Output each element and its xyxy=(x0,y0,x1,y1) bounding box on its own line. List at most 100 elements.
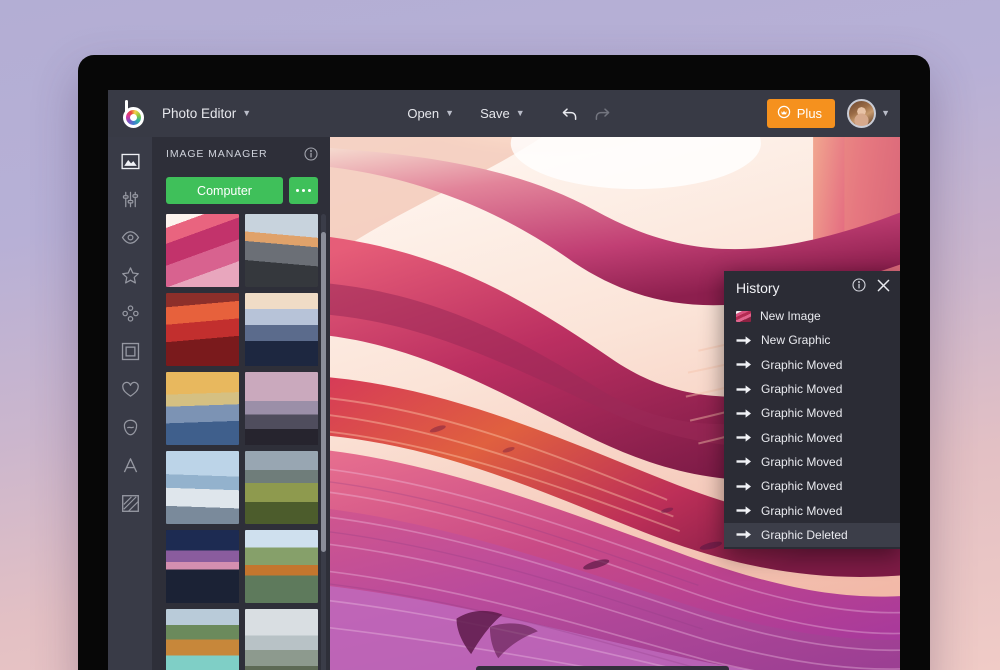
chevron-down-icon: ▼ xyxy=(515,108,525,118)
arrow-right-icon xyxy=(736,456,752,468)
canvas-area[interactable]: History New Image New Graphic Graphic Move… xyxy=(330,137,900,670)
chevron-down-icon: ▼ xyxy=(881,108,890,118)
history-list: New Image New Graphic Graphic Moved Graphic… xyxy=(724,304,900,547)
main-body: IMAGE MANAGER Computer History New Image… xyxy=(108,137,900,670)
thumbnail-snow-ridge[interactable] xyxy=(166,451,239,524)
history-item[interactable]: New Graphic xyxy=(724,328,900,352)
thumbnail-blue-mountain-fog[interactable] xyxy=(245,293,318,366)
thumbnail-image xyxy=(166,372,239,445)
history-panel: History New Image New Graphic Graphic Move… xyxy=(724,271,900,549)
undo-arrow-icon[interactable] xyxy=(561,106,579,122)
close-x-icon[interactable] xyxy=(877,279,890,297)
panel-header: IMAGE MANAGER xyxy=(152,137,330,171)
panel-scrollbar[interactable] xyxy=(321,214,326,670)
plus-label: Plus xyxy=(796,106,823,121)
image-manager-panel: IMAGE MANAGER Computer xyxy=(152,137,330,670)
sidebar-item-draw[interactable] xyxy=(116,489,144,517)
thumbnail-golden-peaks[interactable] xyxy=(166,372,239,445)
thumbnail-image xyxy=(245,214,318,287)
thumbnail-image xyxy=(166,451,239,524)
plus-upgrade-button[interactable]: Plus xyxy=(766,99,836,128)
arrow-right-icon xyxy=(736,359,752,371)
history-item[interactable]: Graphic Moved xyxy=(724,450,900,474)
computer-label: Computer xyxy=(197,183,252,198)
history-item[interactable]: Graphic Moved xyxy=(724,353,900,377)
computer-upload-button[interactable]: Computer xyxy=(166,177,283,204)
sidebar-item-text[interactable] xyxy=(116,451,144,479)
sidebar-item-shapes[interactable] xyxy=(116,413,144,441)
history-item[interactable]: Graphic Moved xyxy=(724,425,900,449)
sidebar-item-magic[interactable] xyxy=(116,261,144,289)
thumbnail-image xyxy=(245,530,318,603)
history-item[interactable]: Graphic Moved xyxy=(724,377,900,401)
image-thumb-icon xyxy=(736,310,751,322)
thumbnail-image xyxy=(166,293,239,366)
history-header: History xyxy=(724,271,900,304)
tool-rail xyxy=(108,137,152,670)
thumbnail-purple-night-peak[interactable] xyxy=(166,530,239,603)
thumbnail-image xyxy=(245,293,318,366)
arrow-right-icon xyxy=(736,383,752,395)
arrow-right-icon xyxy=(736,505,752,517)
scrollbar-thumb[interactable] xyxy=(321,232,326,552)
sidebar-item-frames[interactable] xyxy=(116,337,144,365)
history-title: History xyxy=(736,279,780,296)
zoom-toolbar: 33% xyxy=(476,666,729,670)
thumbnail-image xyxy=(245,609,318,670)
history-item[interactable]: Graphic Moved xyxy=(724,401,900,425)
thumbnail-half-dome[interactable] xyxy=(245,214,318,287)
thumbnail-turquoise-lake[interactable] xyxy=(166,609,239,670)
app-title-menu[interactable]: Photo Editor ▼ xyxy=(162,106,251,121)
thumbnail-image xyxy=(166,214,239,287)
history-item[interactable]: Graphic Moved xyxy=(724,498,900,522)
history-item[interactable]: New Image xyxy=(724,304,900,328)
device-frame: Photo Editor ▼ Open ▼ Save ▼ Plus ▼ IMAG… xyxy=(78,55,930,670)
arrow-right-icon xyxy=(736,529,752,541)
thumbnail-misty-glacier[interactable] xyxy=(245,609,318,670)
redo-arrow-icon[interactable] xyxy=(593,106,611,122)
thumbnail-matterhorn-dusk[interactable] xyxy=(245,372,318,445)
sidebar-item-overlays[interactable] xyxy=(116,299,144,327)
sidebar-item-image[interactable] xyxy=(116,147,144,175)
arrow-right-icon xyxy=(736,432,752,444)
sidebar-item-adjust[interactable] xyxy=(116,185,144,213)
app-title-label: Photo Editor xyxy=(162,106,237,121)
thumbnail-autumn-river[interactable] xyxy=(245,530,318,603)
save-button[interactable]: Save ▼ xyxy=(480,106,525,121)
open-button[interactable]: Open ▼ xyxy=(407,106,454,121)
sidebar-item-effects[interactable] xyxy=(116,223,144,251)
account-group: Plus ▼ xyxy=(766,99,890,128)
history-item-label: Graphic Moved xyxy=(761,454,843,469)
history-item-label: New Image xyxy=(760,309,821,324)
sidebar-item-stickers[interactable] xyxy=(116,375,144,403)
account-menu[interactable]: ▼ xyxy=(847,99,890,128)
rainbow-color-wheel-logo[interactable] xyxy=(120,99,150,129)
thumbnail-image xyxy=(166,609,239,670)
crown-icon xyxy=(777,105,791,122)
history-item-label: Graphic Moved xyxy=(761,479,843,494)
arrow-right-icon xyxy=(736,480,752,492)
history-item[interactable]: Graphic Deleted xyxy=(724,522,900,547)
chevron-down-icon: ▼ xyxy=(242,108,252,118)
history-item[interactable]: Graphic Moved xyxy=(724,474,900,498)
thumbnail-image xyxy=(245,451,318,524)
panel-title: IMAGE MANAGER xyxy=(166,148,268,160)
thumbnail-red-sunset-hills[interactable] xyxy=(166,293,239,366)
open-label: Open xyxy=(407,106,440,121)
thumbnail-green-valley[interactable] xyxy=(245,451,318,524)
photo-editor-window: Photo Editor ▼ Open ▼ Save ▼ Plus ▼ IMAG… xyxy=(108,90,900,670)
panel-actions: Computer xyxy=(152,171,330,214)
history-item-label: Graphic Moved xyxy=(761,382,843,397)
info-circle-icon[interactable] xyxy=(852,278,866,297)
chevron-down-icon: ▼ xyxy=(445,108,455,118)
undo-redo-group xyxy=(561,106,611,122)
thumbnail-grid xyxy=(166,214,318,670)
history-item-label: Graphic Moved xyxy=(761,406,843,421)
history-item-label: Graphic Moved xyxy=(761,357,843,372)
history-item-label: Graphic Deleted xyxy=(761,527,848,542)
info-circle-icon[interactable] xyxy=(304,147,318,161)
thumbnail-pink-canyon[interactable] xyxy=(166,214,239,287)
thumbnail-scroll-area[interactable] xyxy=(152,214,330,670)
more-sources-button[interactable] xyxy=(289,177,318,204)
file-menu-group: Open ▼ Save ▼ xyxy=(407,106,610,122)
